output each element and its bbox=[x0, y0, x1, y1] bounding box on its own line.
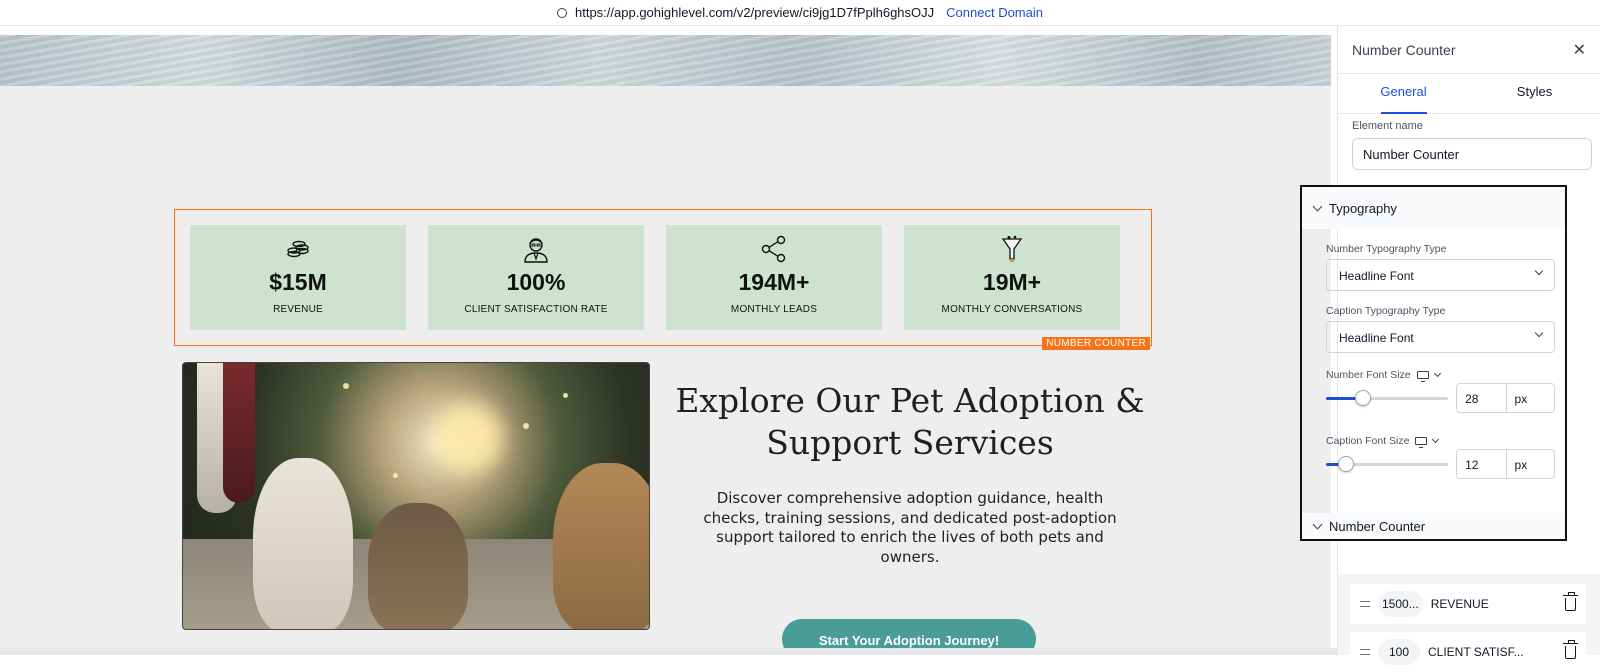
counter-items-list: 1500... REVENUE 100 CLIENT SATISF... bbox=[1338, 574, 1600, 672]
counter-number: 194M+ bbox=[738, 269, 810, 295]
list-item[interactable]: 100 CLIENT SATISF... bbox=[1350, 632, 1586, 672]
caption-font-size-label-row: Caption Font Size bbox=[1302, 411, 1565, 448]
item-label: CLIENT SATISF... bbox=[1428, 645, 1524, 659]
typography-header[interactable]: Typography bbox=[1302, 187, 1565, 229]
element-name-input[interactable]: Number Counter bbox=[1352, 138, 1592, 170]
element-name-label: Element name bbox=[1352, 120, 1423, 132]
counter-number: 19M+ bbox=[982, 269, 1042, 295]
person-icon bbox=[522, 235, 550, 263]
settings-panel: Number Counter ✕ General Styles Element … bbox=[1300, 26, 1600, 672]
item-label: REVENUE bbox=[1430, 597, 1489, 611]
counter-caption: MONTHLY CONVERSATIONS bbox=[941, 304, 1083, 315]
preview-canvas: $15M REVENUE 100% CLIENT SATISFACTION RA… bbox=[0, 35, 1331, 655]
number-counter-section-header[interactable]: Number Counter bbox=[1302, 513, 1565, 539]
number-font-size-slider[interactable] bbox=[1326, 389, 1449, 406]
dogs-photo bbox=[182, 362, 650, 630]
slider-thumb[interactable] bbox=[1355, 389, 1371, 406]
typography-section: Typography Number Typography Type Headli… bbox=[1300, 185, 1567, 541]
panel-header: Number Counter ✕ bbox=[1338, 26, 1600, 74]
dog-brown bbox=[368, 503, 468, 629]
counter-number: $15M bbox=[269, 269, 327, 295]
connect-domain-link[interactable]: Connect Domain bbox=[946, 5, 1043, 20]
share-icon bbox=[760, 235, 788, 263]
number-font-size-input[interactable]: 28 bbox=[1456, 383, 1507, 413]
list-item[interactable]: 1500... REVENUE bbox=[1350, 584, 1586, 624]
caption-typography-select[interactable]: Headline Font bbox=[1326, 321, 1555, 353]
stocking-red bbox=[223, 363, 255, 503]
url-bar: https://app.gohighlevel.com/v2/preview/c… bbox=[0, 0, 1600, 26]
number-typography-value: Headline Font bbox=[1339, 269, 1414, 283]
number-font-size-unit[interactable]: px bbox=[1506, 383, 1556, 413]
counter-caption: MONTHLY LEADS bbox=[730, 304, 818, 315]
tree-light bbox=[563, 393, 568, 398]
slider-thumb[interactable] bbox=[1338, 455, 1354, 472]
preview-url[interactable]: https://app.gohighlevel.com/v2/preview/c… bbox=[575, 5, 934, 20]
panel-tabs: General Styles bbox=[1338, 74, 1600, 114]
tree-light bbox=[343, 383, 349, 389]
drag-handle-icon[interactable] bbox=[1360, 649, 1370, 655]
chevron-down-icon bbox=[1312, 519, 1323, 529]
horizontal-scrollbar[interactable] bbox=[0, 648, 1337, 655]
caption-font-size-unit[interactable]: px bbox=[1506, 449, 1556, 479]
chevron-down-icon bbox=[1534, 328, 1544, 338]
number-font-size-row: 28 px bbox=[1302, 381, 1565, 413]
counter-number: 100% bbox=[506, 269, 566, 295]
dog-white bbox=[253, 458, 353, 629]
number-font-size-label: Number Font Size bbox=[1326, 369, 1411, 381]
number-typography-label: Number Typography Type bbox=[1326, 243, 1447, 255]
tree-light bbox=[393, 473, 398, 478]
globe-icon bbox=[557, 7, 567, 18]
desktop-icon[interactable] bbox=[1416, 371, 1429, 382]
desktop-icon[interactable] bbox=[1415, 437, 1428, 448]
caption-typography-label: Caption Typography Type bbox=[1326, 305, 1446, 317]
section-description: Discover comprehensive adoption guidance… bbox=[703, 489, 1117, 566]
chevron-down-icon bbox=[1312, 201, 1323, 211]
typography-title: Typography bbox=[1329, 200, 1397, 216]
counter-card-conversations: 19M+ MONTHLY CONVERSATIONS bbox=[904, 225, 1120, 330]
panel-title: Number Counter bbox=[1352, 41, 1456, 58]
trash-icon[interactable] bbox=[1563, 591, 1578, 611]
trash-icon[interactable] bbox=[1563, 639, 1578, 659]
item-value: 1500... bbox=[1378, 591, 1423, 617]
tree-light-glow bbox=[433, 403, 503, 473]
tab-styles[interactable]: Styles bbox=[1469, 74, 1600, 113]
counter-caption: CLIENT SATISFACTION RATE bbox=[464, 304, 608, 315]
chevron-down-icon[interactable] bbox=[1432, 435, 1440, 444]
counter-caption: REVENUE bbox=[273, 304, 323, 315]
number-typography-select[interactable]: Headline Font bbox=[1326, 259, 1555, 291]
number-counter-section-title: Number Counter bbox=[1329, 518, 1426, 534]
number-font-size-label-row: Number Font Size bbox=[1302, 353, 1565, 382]
tab-general[interactable]: General bbox=[1338, 74, 1469, 113]
caption-font-size-label: Caption Font Size bbox=[1326, 435, 1410, 447]
caption-typography-value: Headline Font bbox=[1339, 331, 1414, 345]
counter-card-leads: 194M+ MONTHLY LEADS bbox=[666, 225, 882, 330]
item-value: 100 bbox=[1378, 639, 1420, 665]
hero-image-strip bbox=[0, 35, 1331, 86]
element-type-tag: NUMBER COUNTER bbox=[1042, 337, 1150, 350]
caption-font-size-input[interactable]: 12 bbox=[1456, 449, 1507, 479]
section-headline: Explore Our Pet Adoption & Support Servi… bbox=[675, 381, 1145, 462]
counter-card-satisfaction: 100% CLIENT SATISFACTION RATE bbox=[428, 225, 644, 330]
number-counter-element[interactable]: $15M REVENUE 100% CLIENT SATISFACTION RA… bbox=[174, 209, 1152, 350]
caption-font-size-slider[interactable] bbox=[1326, 455, 1449, 472]
caption-font-size-row: 12 px bbox=[1302, 447, 1565, 479]
chevron-down-icon bbox=[1534, 266, 1544, 276]
coins-icon bbox=[287, 235, 309, 263]
chevron-down-icon[interactable] bbox=[1433, 369, 1441, 378]
tree-light bbox=[523, 423, 529, 429]
counter-card-revenue: $15M REVENUE bbox=[190, 225, 406, 330]
close-icon[interactable]: ✕ bbox=[1573, 40, 1586, 60]
drag-handle-icon[interactable] bbox=[1360, 601, 1370, 607]
dog-golden bbox=[553, 463, 649, 629]
funnel-icon bbox=[1001, 235, 1023, 263]
